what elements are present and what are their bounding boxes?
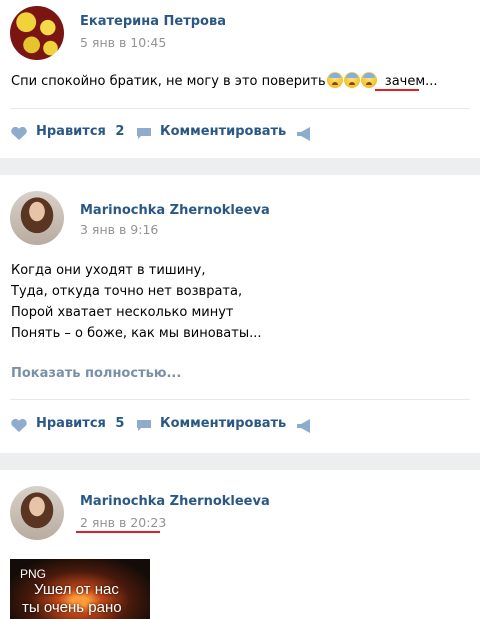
heart-icon [11,126,27,140]
author-name[interactable]: Marinochka Zhernokleeva [80,203,270,218]
share-megaphone-icon[interactable] [296,126,314,142]
post-text-main: Спи спокойно братик, не могу в это повер… [11,74,326,89]
author-name[interactable]: Екатерина Петрова [80,14,226,29]
like-button[interactable]: Нравится 2 [10,124,125,140]
like-count: 2 [115,124,125,139]
like-label: Нравится [36,124,106,139]
post-text-line: Порой хватает несколько минут [11,305,234,320]
like-label: Нравится [36,416,106,431]
author-name[interactable]: Marinochka Zhernokleeva [80,494,270,509]
post-date[interactable]: 5 янв в 10:45 [80,35,166,50]
show-more-link[interactable]: Показать полностью... [11,366,181,381]
author-avatar[interactable] [10,6,64,60]
post-text-line: Понять – о боже, как мы виноваты... [11,326,262,341]
like-count: 5 [115,416,125,431]
anxious-face-icon [343,72,360,88]
post-text-word: зачем [384,74,426,89]
post-1: Екатерина Петрова 5 янв в 10:45 Спи спок… [0,0,480,158]
annotation-underline [76,531,160,533]
annotation-underline [375,89,419,91]
post-3: Marinochka Zhernokleeva 2 янв в 20:23 PN… [0,470,480,619]
attachment-caption-line: Ушел от нас [34,581,119,598]
comment-label: Комментировать [160,416,287,431]
like-button[interactable]: Нравится 5 [10,416,125,432]
anxious-face-icon [326,72,343,88]
divider [10,399,470,400]
post-text-ellipsis: ... [425,74,438,89]
post-text-line: Туда, откуда точно нет возврата, [11,284,243,299]
share-megaphone-icon[interactable] [296,418,314,434]
comment-icon [137,128,151,139]
divider [10,108,470,109]
post-date[interactable]: 3 янв в 9:16 [80,222,158,237]
post-text: Спи спокойно братик, не могу в это повер… [11,71,438,92]
comment-button[interactable]: Комментировать [136,416,286,431]
post-date[interactable]: 2 янв в 20:23 [80,515,166,530]
attachment-caption-line: ты очень рано [22,599,122,616]
author-avatar[interactable] [10,191,64,245]
post-2: Marinochka Zhernokleeva 3 янв в 9:16 Ког… [0,175,480,453]
author-avatar[interactable] [10,486,64,540]
comment-label: Комментировать [160,124,287,139]
comment-icon [137,420,151,431]
image-attachment[interactable]: PNG Ушел от нас ты очень рано [10,559,150,619]
comment-button[interactable]: Комментировать [136,124,286,139]
post-text-line: Когда они уходят в тишину, [11,263,206,278]
heart-icon [11,418,27,432]
anxious-face-icon [360,72,377,88]
attachment-type-badge: PNG [20,567,47,581]
